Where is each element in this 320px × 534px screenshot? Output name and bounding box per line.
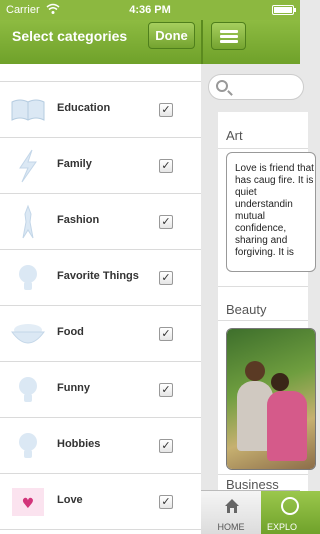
- category-row-funny[interactable]: Funny ✓: [0, 362, 201, 418]
- category-label: Fashion: [57, 214, 100, 226]
- lightbulb-icon: [10, 260, 46, 296]
- globe-icon: [281, 497, 299, 515]
- search-icon: [216, 80, 228, 92]
- category-label: Love: [57, 494, 83, 506]
- tab-bar: HOME EXPLO: [201, 490, 320, 534]
- book-icon: [10, 92, 46, 128]
- lightbulb-icon: [10, 428, 46, 464]
- checkbox[interactable]: ✓: [159, 439, 173, 453]
- tab-explore-label: EXPLO: [267, 522, 298, 532]
- categories-feed: Art Love is friend that has caug fire. I…: [218, 112, 316, 492]
- checkbox[interactable]: ✓: [159, 383, 173, 397]
- category-row-education[interactable]: Education ✓: [0, 82, 201, 138]
- search-input[interactable]: [208, 74, 304, 100]
- section-title-beauty: Beauty: [226, 302, 267, 317]
- tab-home-label: HOME: [217, 522, 245, 532]
- category-label: Favorite Things: [57, 270, 139, 282]
- checkbox[interactable]: ✓: [159, 159, 173, 173]
- category-drawer: Select categories Done Education ✓ Famil…: [0, 0, 201, 534]
- tab-explore[interactable]: EXPLO: [261, 491, 320, 534]
- tab-home[interactable]: HOME: [201, 491, 261, 534]
- beauty-image[interactable]: [226, 328, 316, 470]
- category-label: Education: [57, 102, 111, 114]
- category-row-love[interactable]: ♥ Love ✓: [0, 474, 201, 530]
- category-row-family[interactable]: Family ✓: [0, 138, 201, 194]
- category-label: Family: [57, 158, 92, 170]
- category-label: Food: [57, 326, 84, 338]
- category-label: Funny: [57, 382, 90, 394]
- list-item: [0, 64, 201, 82]
- battery-icon: [272, 5, 296, 15]
- category-label: Hobbies: [57, 438, 101, 450]
- checkbox[interactable]: ✓: [159, 103, 173, 117]
- checkbox[interactable]: ✓: [159, 271, 173, 285]
- menu-button[interactable]: [211, 22, 246, 50]
- art-quote-text: Love is friend that has caug fire. It is…: [235, 163, 314, 258]
- category-list: Education ✓ Family ✓ Fashion ✓ Favorite …: [0, 64, 201, 530]
- checkbox[interactable]: ✓: [159, 215, 173, 229]
- love-image-icon: ♥: [10, 484, 46, 520]
- svg-text:♥: ♥: [22, 496, 35, 512]
- checkbox[interactable]: ✓: [159, 327, 173, 341]
- checkbox[interactable]: ✓: [159, 495, 173, 509]
- category-row-fashion[interactable]: Fashion ✓: [0, 194, 201, 250]
- category-row-favorite-things[interactable]: Favorite Things ✓: [0, 250, 201, 306]
- section-title-art: Art: [226, 128, 243, 143]
- lightbulb-icon: [10, 372, 46, 408]
- home-icon: [223, 497, 241, 515]
- category-row-food[interactable]: Food ✓: [0, 306, 201, 362]
- main-panel: Art Love is friend that has caug fire. I…: [201, 0, 320, 534]
- lightning-icon: [10, 148, 46, 184]
- art-quote-card[interactable]: Love is friend that has caug fire. It is…: [226, 152, 316, 272]
- category-row-hobbies[interactable]: Hobbies ✓: [0, 418, 201, 474]
- mannequin-icon: [10, 204, 46, 240]
- done-button[interactable]: Done: [148, 22, 195, 49]
- food-bowl-icon: [10, 316, 46, 352]
- clock: 4:36 PM: [129, 4, 171, 16]
- drawer-title: Select categories: [12, 28, 128, 44]
- status-bar: Carrier 4:36 PM: [0, 0, 300, 20]
